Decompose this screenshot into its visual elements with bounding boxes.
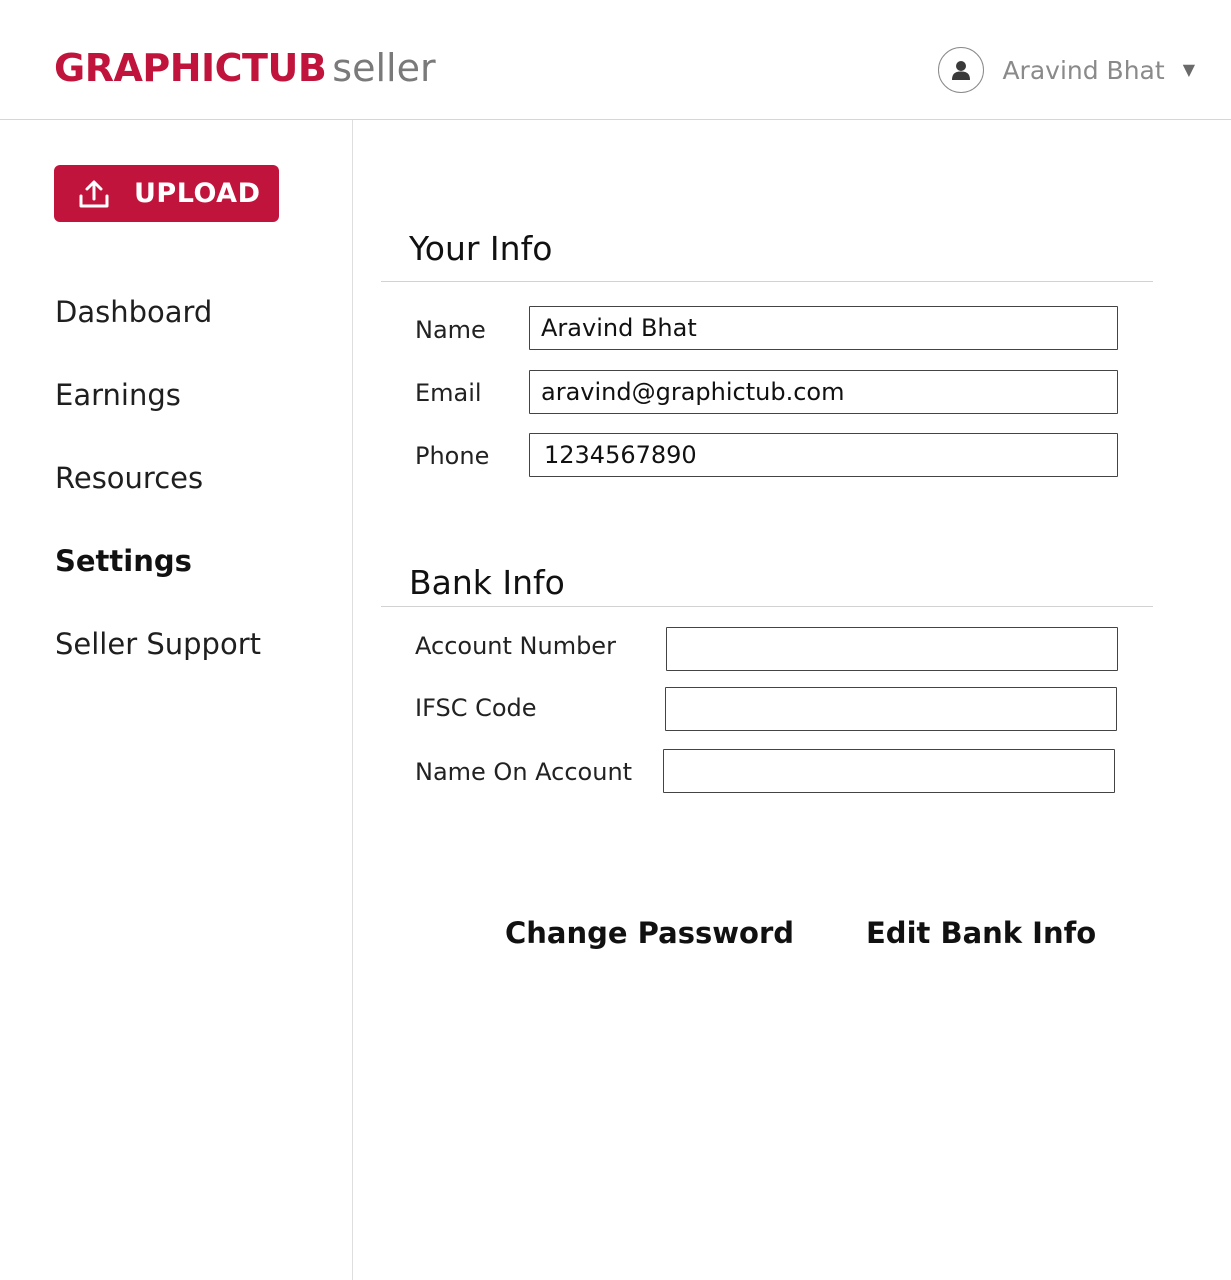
name-label: Name <box>415 316 486 344</box>
sidebar: UPLOAD Dashboard Earnings Resources Sett… <box>0 120 353 1280</box>
sidebar-item-resources[interactable]: Resources <box>55 456 261 539</box>
sidebar-item-seller-support[interactable]: Seller Support <box>55 622 261 705</box>
your-info-divider <box>381 281 1153 282</box>
upload-button[interactable]: UPLOAD <box>54 165 279 222</box>
name-on-account-label: Name On Account <box>415 758 633 786</box>
user-avatar-icon[interactable] <box>938 47 985 93</box>
phone-field[interactable] <box>529 433 1118 477</box>
email-field[interactable] <box>529 370 1118 414</box>
sidebar-item-settings[interactable]: Settings <box>55 539 261 622</box>
bank-info-title: Bank Info <box>409 563 565 602</box>
top-header: GRAPHICTUB seller Aravind Bhat ▼ <box>0 0 1231 120</box>
brand-logo[interactable]: GRAPHICTUB seller <box>54 44 436 92</box>
account-number-field[interactable] <box>666 627 1118 671</box>
ifsc-code-field[interactable] <box>665 687 1117 731</box>
sidebar-nav: Dashboard Earnings Resources Settings Se… <box>55 290 261 705</box>
account-number-label: Account Number <box>415 632 616 660</box>
user-name[interactable]: Aravind Bhat <box>1002 56 1164 85</box>
sidebar-item-dashboard[interactable]: Dashboard <box>55 290 261 373</box>
upload-icon <box>78 179 110 209</box>
phone-label: Phone <box>415 442 490 470</box>
edit-bank-info-button[interactable]: Edit Bank Info <box>866 913 1096 953</box>
caret-down-icon[interactable]: ▼ <box>1183 60 1195 79</box>
brand-name: GRAPHICTUB <box>54 46 327 90</box>
upload-label: UPLOAD <box>134 178 261 209</box>
email-label: Email <box>415 379 482 407</box>
sidebar-item-earnings[interactable]: Earnings <box>55 373 261 456</box>
user-menu[interactable]: Aravind Bhat ▼ <box>938 46 1195 94</box>
brand-suffix: seller <box>332 46 436 90</box>
change-password-button[interactable]: Change Password <box>505 913 794 953</box>
name-on-account-field[interactable] <box>663 749 1115 793</box>
your-info-title: Your Info <box>409 229 553 268</box>
bank-info-divider <box>381 606 1153 607</box>
ifsc-code-label: IFSC Code <box>415 694 537 722</box>
name-field[interactable] <box>529 306 1118 350</box>
